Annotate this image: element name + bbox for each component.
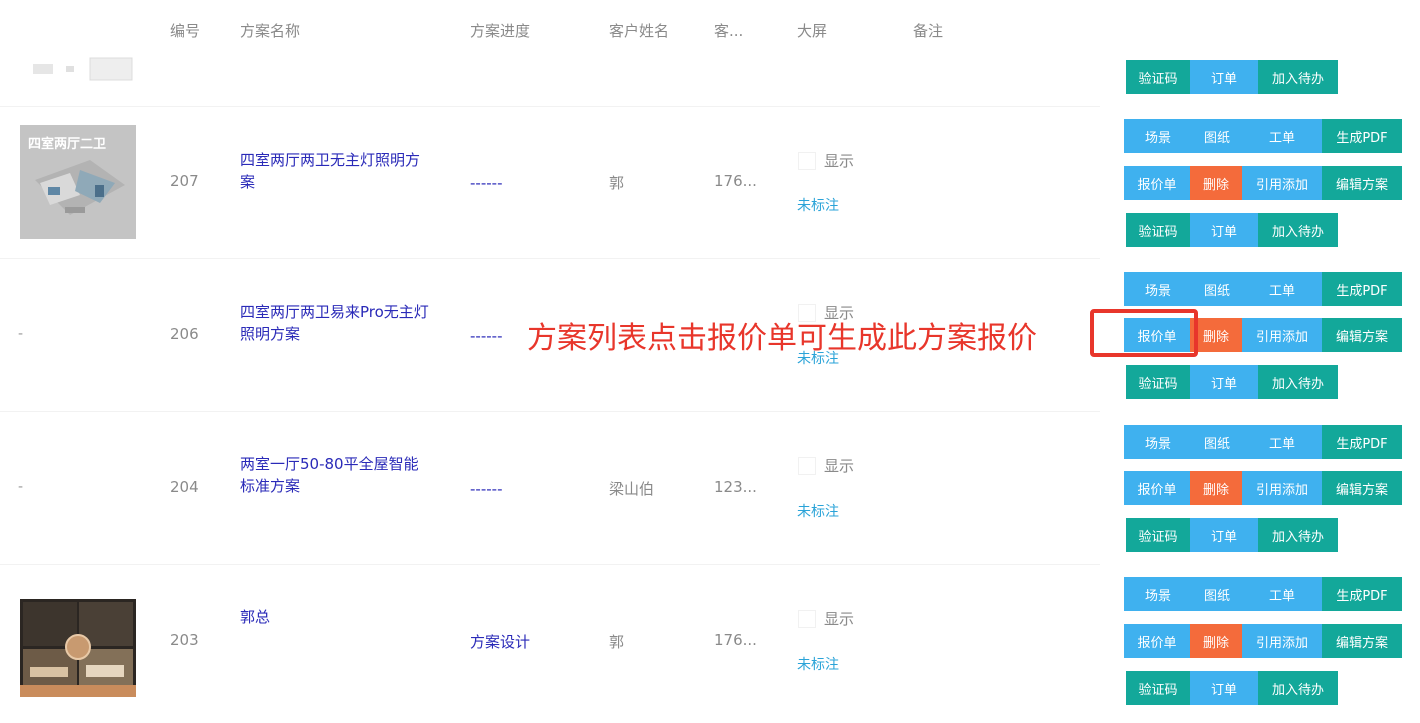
table-row: 203 郭总 方案设计 郭 176... 显示 未标注 场景 图纸 工单 生成P…	[0, 564, 1420, 723]
plan-id: 206	[170, 325, 199, 343]
header-id[interactable]: 编号	[170, 20, 200, 41]
annotation-highlight-box	[1090, 309, 1198, 357]
show-checkbox[interactable]	[798, 609, 816, 628]
no-thumbnail: -	[18, 326, 24, 342]
scene-button[interactable]: 场景	[1124, 272, 1192, 306]
header-screen[interactable]: 大屏	[797, 20, 827, 41]
plan-id: 207	[170, 172, 199, 190]
order-button[interactable]: 订单	[1190, 365, 1258, 399]
plan-progress: ------	[470, 327, 503, 345]
verify-button[interactable]: 验证码	[1126, 213, 1190, 247]
quote-button[interactable]: 报价单	[1124, 471, 1190, 505]
scene-button[interactable]: 场景	[1124, 119, 1192, 153]
header-phone[interactable]: 客...	[714, 20, 743, 41]
screen-toggle[interactable]: 显示	[798, 455, 854, 476]
no-thumbnail: -	[18, 479, 24, 495]
generate-pdf-button[interactable]: 生成PDF	[1322, 425, 1402, 459]
reference-add-button[interactable]: 引用添加	[1242, 624, 1322, 658]
drawing-button[interactable]: 图纸	[1192, 577, 1242, 611]
mark-link[interactable]: 未标注	[797, 654, 839, 674]
plan-name-link[interactable]: 四室两厅两卫易来Pro无主灯照明方案	[240, 301, 430, 345]
scene-button[interactable]: 场景	[1124, 425, 1192, 459]
plan-progress: ------	[470, 174, 503, 192]
drawing-button[interactable]: 图纸	[1192, 272, 1242, 306]
plan-id: 203	[170, 631, 199, 649]
order-button[interactable]: 订单	[1190, 213, 1258, 247]
add-todo-button[interactable]: 加入待办	[1258, 518, 1338, 552]
table-header: 编号 方案名称 方案进度 客户姓名 客... 大屏 备注	[0, 0, 1100, 62]
plan-name-link[interactable]: 四室两厅两卫无主灯照明方案	[240, 149, 430, 193]
annotation-text: 方案列表点击报价单可生成此方案报价	[527, 321, 1037, 356]
delete-button[interactable]: 删除	[1190, 166, 1242, 200]
mark-link[interactable]: 未标注	[797, 195, 839, 215]
reference-add-button[interactable]: 引用添加	[1242, 318, 1322, 352]
generate-pdf-button[interactable]: 生成PDF	[1322, 577, 1402, 611]
edit-plan-button[interactable]: 编辑方案	[1322, 318, 1402, 352]
reference-add-button[interactable]: 引用添加	[1242, 471, 1322, 505]
header-progress[interactable]: 方案进度	[470, 20, 530, 41]
reference-add-button[interactable]: 引用添加	[1242, 166, 1322, 200]
delete-button[interactable]: 删除	[1190, 624, 1242, 658]
order-button[interactable]: 订单	[1190, 518, 1258, 552]
header-note[interactable]: 备注	[913, 20, 943, 41]
show-checkbox[interactable]	[798, 456, 816, 475]
customer-phone: 176...	[714, 631, 757, 649]
plan-id: 204	[170, 478, 199, 496]
plan-progress: 方案设计	[470, 633, 531, 651]
show-label: 显示	[824, 457, 855, 475]
verify-button[interactable]: 验证码	[1126, 60, 1190, 94]
plan-progress: ------	[470, 480, 503, 498]
mark-link[interactable]: 未标注	[797, 501, 839, 521]
show-label: 显示	[824, 610, 855, 628]
generate-pdf-button[interactable]: 生成PDF	[1322, 119, 1402, 153]
drawing-button[interactable]: 图纸	[1192, 425, 1242, 459]
work-order-button[interactable]: 工单	[1242, 272, 1322, 306]
partial-thumbnail	[30, 56, 135, 86]
customer-phone: 123...	[714, 478, 757, 496]
plan-thumbnail[interactable]	[20, 599, 136, 697]
plan-name-link[interactable]: 郭总	[240, 606, 430, 628]
edit-plan-button[interactable]: 编辑方案	[1322, 471, 1402, 505]
screen-toggle[interactable]: 显示	[798, 150, 854, 171]
work-order-button[interactable]: 工单	[1242, 577, 1322, 611]
show-checkbox[interactable]	[798, 151, 816, 170]
delete-button[interactable]: 删除	[1190, 471, 1242, 505]
order-button[interactable]: 订单	[1190, 60, 1258, 94]
customer-name: 郭	[609, 174, 625, 192]
quote-button[interactable]: 报价单	[1124, 624, 1190, 658]
verify-button[interactable]: 验证码	[1126, 365, 1190, 399]
quote-button[interactable]: 报价单	[1124, 166, 1190, 200]
add-todo-button[interactable]: 加入待办	[1258, 365, 1338, 399]
customer-name: 梁山伯	[609, 480, 655, 498]
edit-plan-button[interactable]: 编辑方案	[1322, 624, 1402, 658]
add-todo-button[interactable]: 加入待办	[1258, 60, 1338, 94]
customer-phone: 176...	[714, 172, 757, 190]
customer-name: 郭	[609, 633, 625, 651]
drawing-button[interactable]: 图纸	[1192, 119, 1242, 153]
work-order-button[interactable]: 工单	[1242, 425, 1322, 459]
plan-thumbnail[interactable]: 四室两厅二卫	[20, 125, 136, 239]
table-row: 四室两厅二卫 207 四室两厅两卫无主灯照明方案 ------ 郭 176...…	[0, 106, 1420, 258]
add-todo-button[interactable]: 加入待办	[1258, 671, 1338, 705]
thumbnail-title: 四室两厅二卫	[28, 137, 107, 152]
work-order-button[interactable]: 工单	[1242, 119, 1322, 153]
scene-button[interactable]: 场景	[1124, 577, 1192, 611]
show-label: 显示	[824, 152, 855, 170]
add-todo-button[interactable]: 加入待办	[1258, 213, 1338, 247]
screen-toggle[interactable]: 显示	[798, 608, 854, 629]
verify-button[interactable]: 验证码	[1126, 671, 1190, 705]
header-customer[interactable]: 客户姓名	[609, 20, 669, 41]
order-button[interactable]: 订单	[1190, 671, 1258, 705]
verify-button[interactable]: 验证码	[1126, 518, 1190, 552]
table-row: - 204 两室一厅50-80平全屋智能标准方案 ------ 梁山伯 123.…	[0, 411, 1420, 564]
header-name[interactable]: 方案名称	[240, 20, 300, 41]
generate-pdf-button[interactable]: 生成PDF	[1322, 272, 1402, 306]
edit-plan-button[interactable]: 编辑方案	[1322, 166, 1402, 200]
plan-name-link[interactable]: 两室一厅50-80平全屋智能标准方案	[240, 453, 430, 497]
